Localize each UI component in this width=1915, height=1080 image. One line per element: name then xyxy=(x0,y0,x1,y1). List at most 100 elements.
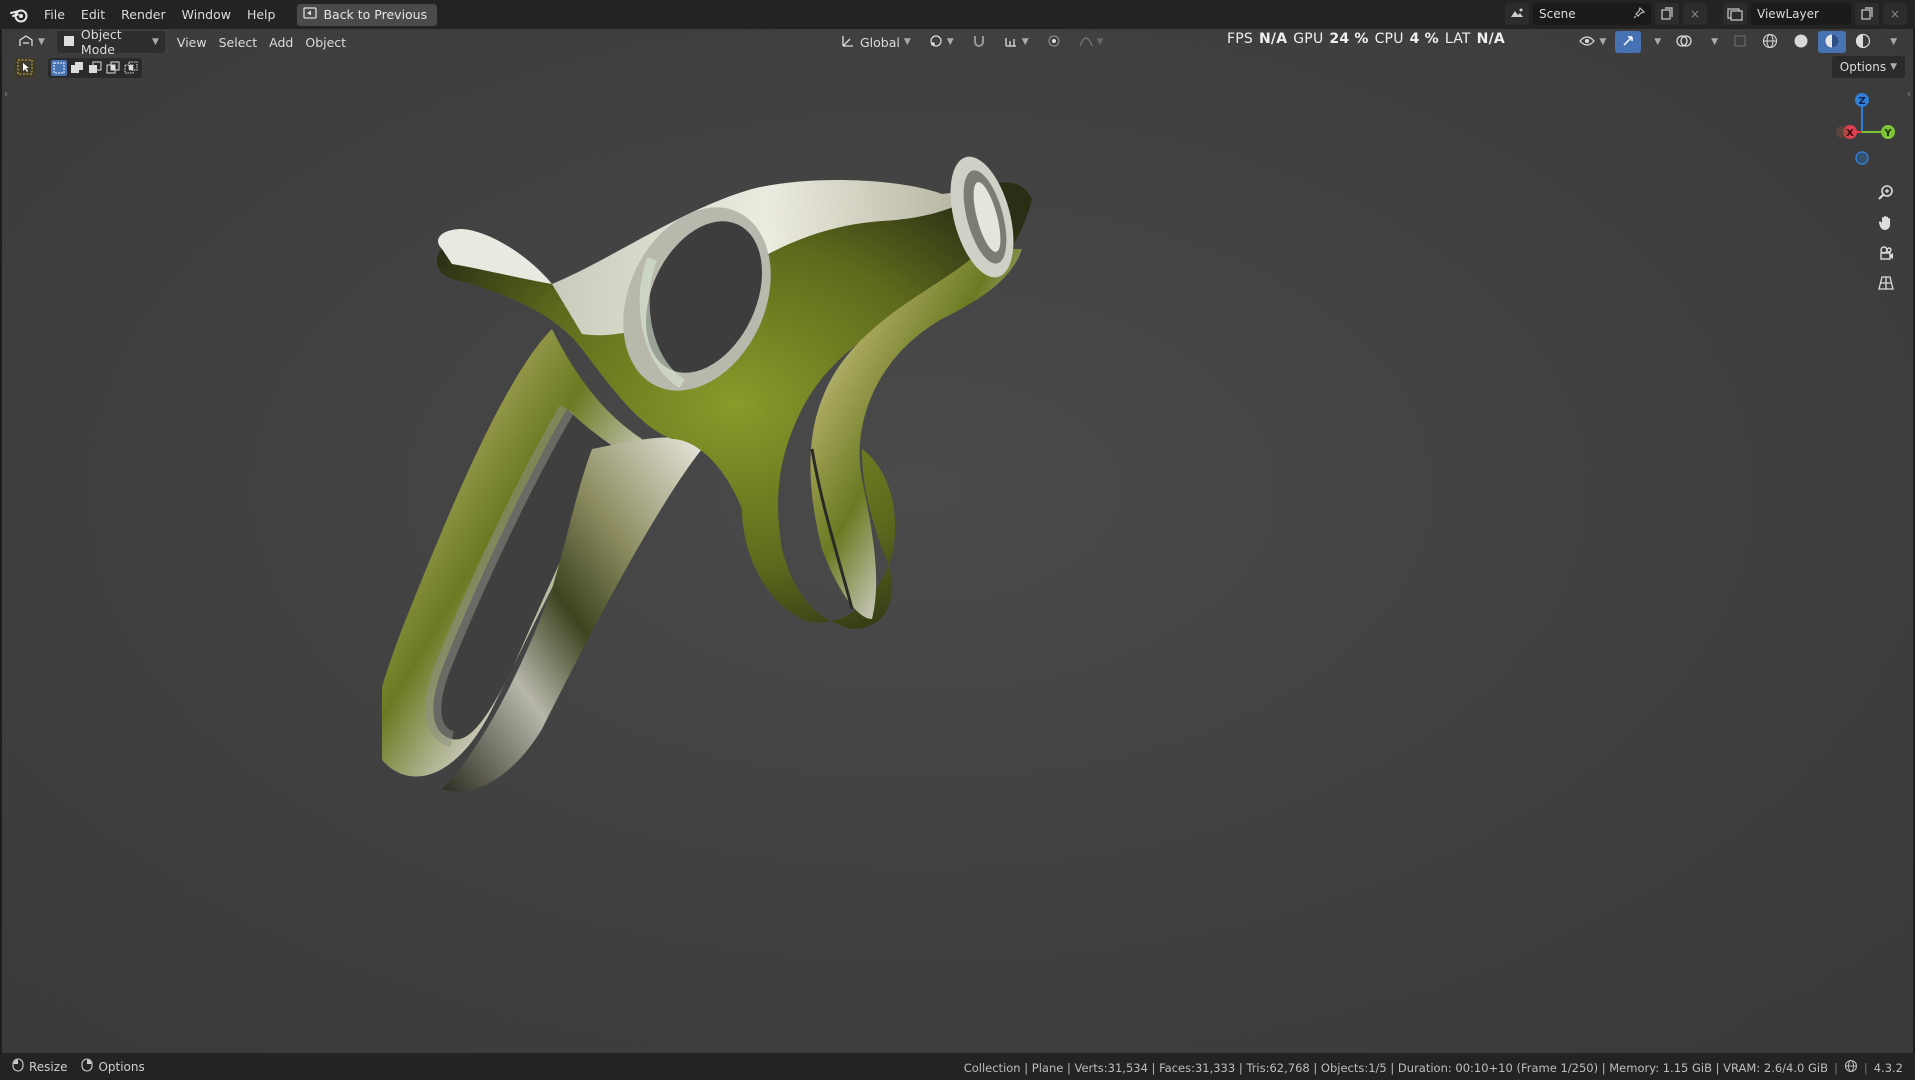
selection-mode-group xyxy=(48,58,142,78)
snap-target-dropdown[interactable]: ▼ xyxy=(998,31,1035,53)
selection-mode-extend-icon[interactable] xyxy=(69,60,85,76)
resize-label: Resize xyxy=(29,1059,68,1074)
viewport-options-dropdown[interactable]: Options ▼ xyxy=(1831,56,1905,78)
orientation-label: Global xyxy=(860,34,900,50)
chevron-down-icon: ▼ xyxy=(1096,37,1104,47)
shading-dropdown[interactable]: ▼ xyxy=(1880,31,1903,53)
viewlayer-browse-icon[interactable] xyxy=(1723,3,1747,25)
overlays-toggle[interactable] xyxy=(1670,31,1698,53)
menu-add[interactable]: Add xyxy=(263,31,299,53)
editor-type-button[interactable]: ▼ xyxy=(12,31,51,53)
shading-material-preview-button[interactable] xyxy=(1818,31,1847,53)
perspective-grid-icon[interactable] xyxy=(1873,270,1899,296)
selection-mode-intersect-icon[interactable] xyxy=(123,60,139,76)
status-separator: | xyxy=(1863,1060,1868,1075)
select-box-tool-icon xyxy=(17,59,33,78)
menu-window[interactable]: Window xyxy=(174,4,239,26)
chevron-down-icon: ▼ xyxy=(1654,37,1662,47)
gizmo-icon xyxy=(1621,34,1635,51)
menu-file[interactable]: File xyxy=(36,4,73,26)
menu-render[interactable]: Render xyxy=(113,4,174,26)
magnet-icon xyxy=(972,34,986,51)
orientation-icon xyxy=(841,34,855,51)
shading-wireframe-button[interactable] xyxy=(1756,31,1784,53)
object-mode-label: Object Mode xyxy=(80,29,122,57)
shading-rendered-button[interactable] xyxy=(1849,31,1877,53)
y-axis-label: Y xyxy=(1883,128,1892,139)
menu-edit[interactable]: Edit xyxy=(73,4,113,26)
neg-z-axis-fill xyxy=(1857,153,1867,163)
viewlayer-name-field[interactable]: ViewLayer xyxy=(1751,3,1851,25)
new-viewlayer-icon[interactable] xyxy=(1855,3,1879,25)
options-hint: Options xyxy=(81,1058,145,1075)
object-mode-dropdown[interactable]: Object Mode ▼ xyxy=(56,29,165,57)
remove-scene-icon[interactable]: × xyxy=(1683,3,1707,25)
back-to-previous-label: Back to Previous xyxy=(323,7,428,22)
proportional-falloff-dropdown[interactable]: ▼ xyxy=(1073,31,1110,53)
z-axis-label: Z xyxy=(1858,96,1865,107)
zoom-icon[interactable] xyxy=(1873,180,1899,206)
camera-view-icon[interactable] xyxy=(1873,240,1899,266)
menu-view[interactable]: View xyxy=(171,31,213,53)
viewlayer-name: ViewLayer xyxy=(1757,7,1819,21)
snap-toggle[interactable] xyxy=(966,31,992,53)
fps-value: N/A xyxy=(1258,31,1288,47)
workspace-selectors: Scene × ViewLayer × xyxy=(1505,3,1907,25)
object-mode-icon xyxy=(63,35,75,50)
blender-logo-icon[interactable] xyxy=(4,0,36,29)
toolbar-expand-arrow-icon[interactable]: › xyxy=(4,89,8,100)
remove-viewlayer-icon[interactable]: × xyxy=(1883,3,1907,25)
network-globe-icon xyxy=(1844,1059,1858,1076)
3d-model-handle[interactable] xyxy=(382,149,1282,969)
proportional-editing-toggle[interactable] xyxy=(1041,31,1067,53)
scene-name: Scene xyxy=(1539,7,1576,21)
options-label: Options xyxy=(98,1059,145,1074)
back-to-previous-button[interactable]: Back to Previous xyxy=(297,3,438,26)
top-menu-bar: File Edit Render Window Help Back to Pre… xyxy=(0,0,1915,29)
object-visibility-dropdown[interactable]: ▼ xyxy=(1573,31,1612,53)
pivot-point-dropdown[interactable]: ▼ xyxy=(923,31,960,53)
shading-solid-button[interactable] xyxy=(1787,31,1815,53)
menu-select[interactable]: Select xyxy=(213,31,264,53)
scene-browse-icon[interactable] xyxy=(1505,3,1529,25)
menu-object[interactable]: Object xyxy=(299,31,352,53)
scene-name-field[interactable]: Scene xyxy=(1533,3,1651,25)
neg-x-axis-handle[interactable] xyxy=(1836,126,1848,138)
new-scene-icon[interactable] xyxy=(1655,3,1679,25)
chevron-down-icon: ▼ xyxy=(903,37,911,47)
status-keymap-hints: Resize Options xyxy=(12,1058,145,1075)
chevron-down-icon: ▼ xyxy=(1599,37,1607,47)
chevron-down-icon: ▼ xyxy=(1711,37,1719,47)
cpu-value: 4 % xyxy=(1409,31,1439,47)
falloff-curve-icon xyxy=(1079,34,1093,51)
navigation-gizmo[interactable]: Z Y X xyxy=(1820,86,1910,176)
pivot-point-icon xyxy=(929,34,943,51)
chevron-down-icon: ▼ xyxy=(1890,37,1897,47)
xray-icon xyxy=(1733,34,1747,51)
pan-hand-icon[interactable] xyxy=(1873,210,1899,236)
chevron-down-icon: ▼ xyxy=(1021,37,1029,47)
gpu-label: GPU xyxy=(1293,31,1324,47)
overlays-dropdown[interactable]: ▼ xyxy=(1701,31,1724,53)
lat-value: N/A xyxy=(1476,31,1505,47)
pin-icon[interactable] xyxy=(1633,6,1646,22)
chevron-down-icon: ▼ xyxy=(38,37,45,47)
transform-orientation-dropdown[interactable]: Global ▼ xyxy=(835,31,917,53)
solid-sphere-icon xyxy=(1793,33,1809,52)
xray-toggle[interactable] xyxy=(1727,31,1753,53)
selection-mode-new-icon[interactable] xyxy=(51,60,67,76)
rendered-sphere-icon xyxy=(1855,33,1871,52)
lat-label: LAT xyxy=(1444,31,1471,47)
active-tool-button[interactable] xyxy=(14,58,36,78)
chevron-down-icon: ▼ xyxy=(1890,62,1897,72)
tool-settings-row xyxy=(14,58,142,78)
selection-mode-subtract-icon[interactable] xyxy=(87,60,103,76)
gizmo-dropdown[interactable]: ▼ xyxy=(1644,31,1667,53)
3d-viewport[interactable]: ▼ Object Mode ▼ View Select Add Object G… xyxy=(2,29,1913,1053)
menu-help[interactable]: Help xyxy=(239,4,284,26)
gizmo-toggle[interactable] xyxy=(1615,31,1642,53)
chevron-down-icon: ▼ xyxy=(152,37,159,47)
viewport-options-label: Options xyxy=(1839,60,1887,74)
selection-mode-invert-icon[interactable] xyxy=(105,60,121,76)
status-separator: | xyxy=(1833,1060,1838,1075)
